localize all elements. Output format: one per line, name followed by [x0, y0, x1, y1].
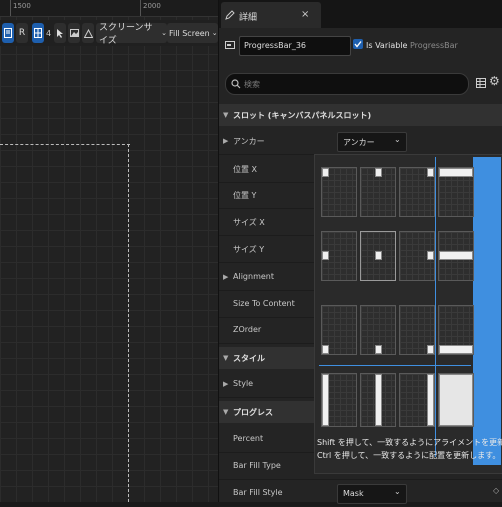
- gear-icon[interactable]: ⚙: [489, 74, 500, 88]
- fill-screen-dropdown[interactable]: Fill Screen ⌄: [167, 23, 218, 43]
- cursor-mode-button[interactable]: [54, 23, 66, 43]
- anchor-popup: Shift を押して、一致するようにアライメントを更新します。 Ctrl を押し…: [314, 154, 502, 474]
- caret-down-icon: ▼: [223, 111, 229, 119]
- prop-label: Bar Fill Style: [233, 488, 283, 497]
- anchor-center-left-option[interactable]: [321, 231, 357, 281]
- grid-snap-value: 4: [46, 29, 52, 38]
- anchor-top-stretch-option[interactable]: [438, 167, 474, 217]
- caret-down-icon: ▼: [223, 354, 229, 362]
- close-icon[interactable]: ×: [301, 9, 309, 20]
- prop-label: 位置 X: [233, 165, 258, 174]
- section-slot-label: スロット (キャンバスパネルスロット): [233, 111, 372, 120]
- horizontal-ruler: 1500 2000: [0, 0, 218, 17]
- chevron-down-icon: ⌄: [211, 29, 218, 37]
- widget-bounds-top: [0, 144, 130, 145]
- caret-right-icon: ▶: [223, 137, 229, 145]
- widget-icon: [225, 41, 235, 49]
- caret-right-icon: ▶: [223, 273, 229, 281]
- is-variable-checkbox[interactable]: [353, 39, 363, 49]
- pencil-icon: [225, 10, 235, 20]
- cursor-icon: [57, 29, 63, 38]
- prop-label: サイズ X: [233, 218, 265, 227]
- anchor-stretch-all-option[interactable]: [473, 157, 501, 465]
- chevron-down-icon: ⌄: [394, 487, 401, 496]
- respect-locks-button[interactable]: R: [16, 23, 28, 43]
- anchor-dropdown-value: アンカー: [343, 138, 375, 147]
- screen-size-label: スクリーンサイズ: [99, 23, 153, 46]
- bar-fill-style-dropdown[interactable]: Mask ⌄: [337, 484, 407, 504]
- widget-bounds-right: [128, 144, 129, 502]
- anchor-divider-vertical: [435, 157, 436, 457]
- caret-right-icon: ▶: [223, 380, 229, 388]
- caret-down-icon: ▼: [223, 408, 229, 416]
- fill-screen-label: Fill Screen: [169, 28, 210, 38]
- chevron-down-icon: ⌄: [394, 135, 401, 144]
- reset-diamond-icon[interactable]: ◇: [493, 486, 499, 495]
- anchor-center-right-option[interactable]: [399, 231, 435, 281]
- ruler-label: 1500: [13, 2, 31, 10]
- image-toggle-button[interactable]: [68, 23, 80, 43]
- anchor-top-left-option[interactable]: [321, 167, 357, 217]
- prop-label: Style: [233, 379, 254, 388]
- prop-label: サイズ Y: [233, 245, 265, 254]
- bar-fill-style-value: Mask: [343, 489, 364, 498]
- prop-label: Bar Fill Type: [233, 461, 281, 470]
- anchor-divider-horizontal: [319, 365, 471, 366]
- prop-row-anchor: ▶ アンカー アンカー ⌄: [219, 128, 502, 155]
- anchor-center-stretch-option[interactable]: [438, 231, 474, 281]
- widget-type-label: ProgressBar: [410, 41, 458, 50]
- prop-label: ZOrder: [233, 325, 262, 334]
- anchor-top-center-option[interactable]: [360, 167, 396, 217]
- anchor-hint: Shift を押して、一致するようにアライメントを更新します。 Ctrl を押し…: [317, 436, 502, 462]
- anchor-bottom-center-option[interactable]: [360, 305, 396, 355]
- warning-toggle-button[interactable]: [82, 23, 94, 43]
- anchor-hint-line-2: Ctrl を押して、一致するように配置を更新します。: [317, 451, 501, 460]
- section-slot[interactable]: ▼ スロット (キャンバスパネルスロット): [219, 104, 502, 126]
- section-progress-label: プログレス: [233, 408, 273, 417]
- document-icon: [4, 28, 12, 38]
- anchor-right-stretch-option[interactable]: [399, 373, 435, 427]
- anchor-center-vertical-stretch-option[interactable]: [360, 373, 396, 427]
- table-view-icon[interactable]: [476, 78, 486, 88]
- triangle-icon: [83, 28, 93, 38]
- anchor-bottom-right-option[interactable]: [399, 305, 435, 355]
- image-icon: [69, 29, 79, 37]
- prop-row-bar-fill-style: Bar Fill Style Mask ⌄: [219, 480, 502, 507]
- anchor-dropdown[interactable]: アンカー ⌄: [337, 132, 407, 152]
- layout-mode-button[interactable]: [2, 23, 14, 43]
- grid-icon: [34, 28, 42, 38]
- prop-label: Percent: [233, 434, 264, 443]
- screen-size-dropdown[interactable]: スクリーンサイズ ⌄: [96, 23, 167, 46]
- anchor-hint-line-1: Shift を押して、一致するようにアライメントを更新します。: [317, 438, 502, 447]
- search-placeholder: 検索: [244, 80, 260, 89]
- prop-label: 位置 Y: [233, 191, 257, 200]
- widget-name-input[interactable]: ProgressBar_36: [239, 36, 351, 56]
- section-style-label: スタイル: [233, 354, 265, 363]
- ruler-label: 2000: [143, 2, 161, 10]
- checkmark-icon: [354, 41, 362, 48]
- grid-snap-button[interactable]: [32, 23, 44, 43]
- prop-label: アンカー: [233, 137, 265, 146]
- designer-toolbar: R 4 スクリーンサイズ ⌄ Fill Screen ⌄: [0, 20, 218, 46]
- prop-label: Alignment: [233, 272, 274, 281]
- anchor-top-right-option[interactable]: [399, 167, 435, 217]
- search-icon: [231, 79, 241, 89]
- details-tab-bar: 詳細 ×: [219, 0, 502, 28]
- anchor-center-option[interactable]: [360, 231, 396, 281]
- search-input[interactable]: 検索: [225, 73, 469, 95]
- designer-canvas[interactable]: 1500 2000 R 4 スクリーンサイズ ⌄ Fill Screen ⌄: [0, 0, 218, 502]
- anchor-left-stretch-option[interactable]: [321, 373, 357, 427]
- anchor-fill-option[interactable]: [438, 373, 474, 427]
- prop-label: Size To Content: [233, 299, 295, 308]
- anchor-bottom-stretch-option[interactable]: [438, 305, 474, 355]
- tab-details[interactable]: 詳細 ×: [221, 2, 321, 28]
- tab-details-label: 詳細: [239, 13, 258, 23]
- widget-name-value: ProgressBar_36: [244, 41, 306, 50]
- anchor-bottom-left-option[interactable]: [321, 305, 357, 355]
- is-variable-label: Is Variable: [366, 41, 408, 50]
